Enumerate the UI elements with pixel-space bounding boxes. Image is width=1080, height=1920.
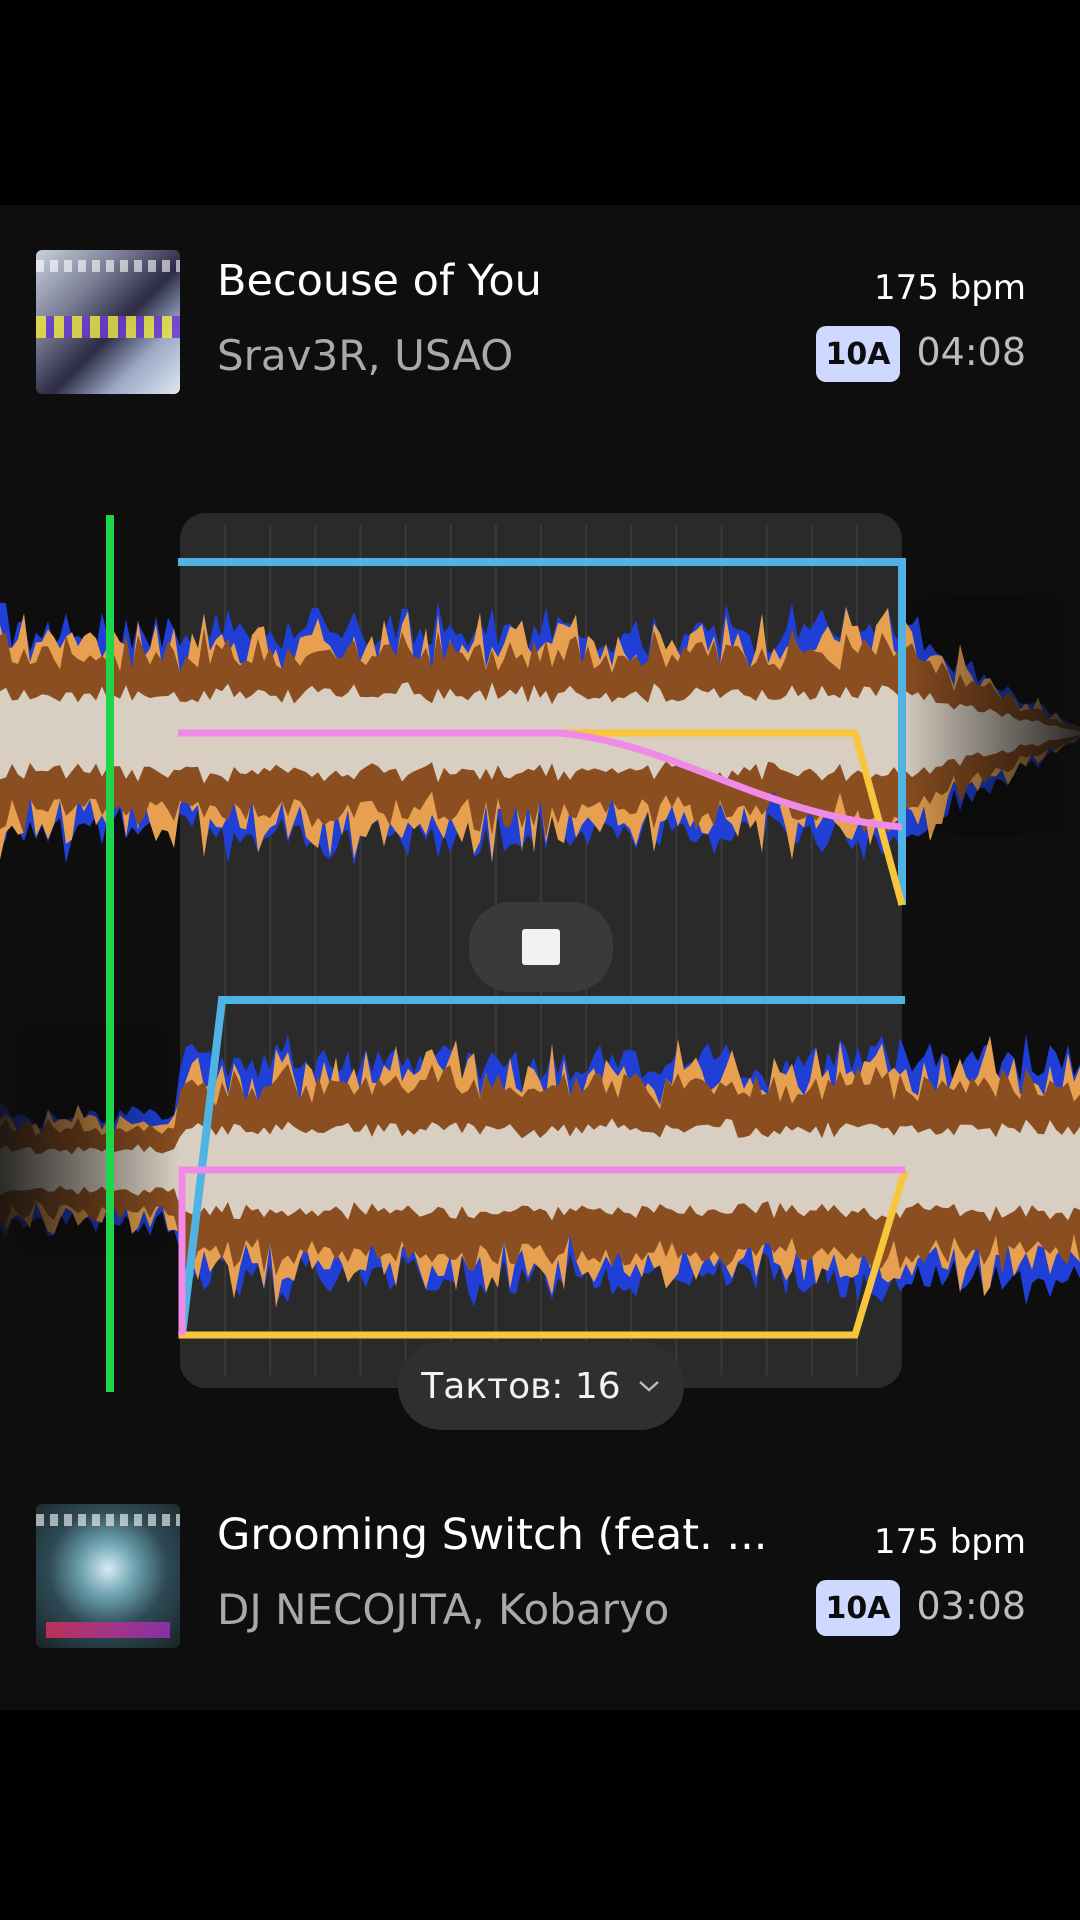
current-track-duration: 04:08	[916, 330, 1026, 374]
cover-art-detail	[36, 1514, 180, 1526]
next-track-duration: 03:08	[916, 1584, 1026, 1628]
current-track-artist: Srav3R, USAO	[217, 331, 514, 380]
current-track-cover	[36, 250, 180, 394]
next-track-title: Grooming Switch (feat. ...	[217, 1510, 768, 1560]
cover-art-logo-band	[36, 316, 180, 338]
bars-count-label: Тактов: 16	[421, 1365, 621, 1407]
cover-art-title-band	[46, 1622, 170, 1638]
current-track-row[interactable]: Becouse of You Srav3R, USAO 175 bpm 10A …	[0, 248, 1080, 398]
next-track-artist: DJ NECOJITA, Kobaryo	[217, 1585, 670, 1634]
chevron-down-icon	[638, 1381, 659, 1392]
next-track-row[interactable]: Grooming Switch (feat. ... DJ NECOJITA, …	[0, 1502, 1080, 1652]
next-track-key-badge: 10A	[816, 1580, 900, 1636]
next-track-cover	[36, 1504, 180, 1648]
stop-icon	[522, 929, 560, 965]
current-track-bpm: 175 bpm	[874, 268, 1026, 308]
playhead[interactable]	[106, 515, 114, 1392]
cover-art-detail	[36, 260, 180, 272]
bars-count-dropdown[interactable]: Тактов: 16	[398, 1342, 684, 1430]
current-track-title: Becouse of You	[217, 256, 542, 306]
waveform-fade-left	[0, 1025, 180, 1255]
waveform-fade-right	[900, 595, 1080, 835]
current-track-key-badge: 10A	[816, 326, 900, 382]
next-track-bpm: 175 bpm	[874, 1522, 1026, 1562]
stop-button[interactable]	[469, 902, 613, 992]
